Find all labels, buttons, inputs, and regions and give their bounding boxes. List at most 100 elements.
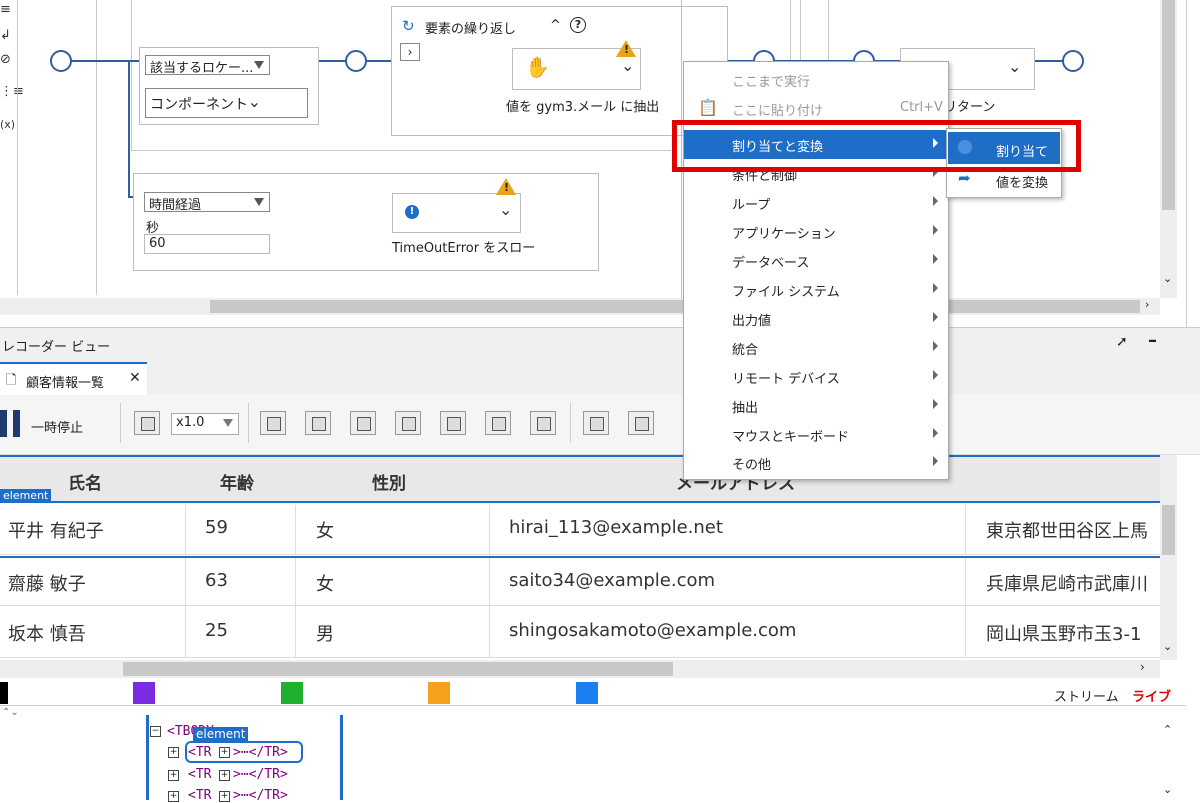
column-header[interactable]: 年齢	[220, 469, 254, 494]
table-row[interactable]: 齋藤 敏子 63 女 saito34@example.com 兵庫県尼崎市武庫川	[0, 556, 1160, 608]
element-badge: element	[0, 489, 52, 502]
menu-item-output[interactable]: 出力値	[684, 304, 948, 333]
close-icon[interactable]: ✕	[129, 370, 141, 386]
pause-icon[interactable]	[0, 410, 7, 437]
move-up-left-button[interactable]	[305, 411, 331, 435]
horizontal-scrollbar[interactable]: ›	[0, 298, 1160, 315]
menu-item-label: ここまで実行	[732, 75, 811, 90]
collapse-toggle-icon[interactable]: −	[150, 726, 161, 737]
scroll-down-icon[interactable]: ⌄	[1163, 640, 1172, 653]
expand-toggle-icon[interactable]: +	[168, 747, 179, 758]
column-header[interactable]: 氏名	[68, 469, 102, 494]
return-arrow-icon[interactable]: ↲	[0, 28, 11, 43]
menu-item-extract[interactable]: 抽出	[684, 391, 948, 420]
color-swatch[interactable]	[133, 682, 155, 704]
menu-item-label: ここに貼り付け	[732, 104, 824, 119]
menu-item-other[interactable]: その他	[684, 448, 948, 477]
expand-toggle-icon[interactable]: +	[168, 791, 179, 802]
menu-item-paste-here[interactable]: ここに貼り付け Ctrl+V	[684, 94, 948, 123]
expand-toggle-icon[interactable]: +	[168, 770, 179, 781]
locator-step[interactable]: 該当するロケー... コンポーネント ⌄	[139, 47, 319, 125]
component-select[interactable]: コンポーネント ⌄	[145, 88, 308, 118]
seconds-input[interactable]: 60	[144, 234, 270, 254]
menu-item-label: アプリケーション	[732, 227, 836, 242]
chevron-down-icon[interactable]: ⌄	[621, 56, 634, 75]
minimize-icon[interactable]: –	[1148, 330, 1157, 351]
timeout-select[interactable]: 時間経過	[144, 192, 270, 212]
scroll-right-icon[interactable]: ›	[1145, 298, 1149, 311]
capture-button[interactable]	[583, 411, 609, 435]
tr-node[interactable]: <TR	[188, 788, 211, 803]
warning-icon: !	[496, 178, 516, 195]
timeout-branch[interactable]: 時間経過 秒 60 ! ⌄ ! TimeOutError をスロー	[133, 173, 599, 271]
expand-toggle-icon[interactable]: +	[219, 791, 230, 802]
timeout-select-value: 時間経過	[149, 198, 202, 212]
color-swatch[interactable]	[576, 682, 598, 704]
submenu-arrow-icon	[933, 225, 938, 235]
table-row[interactable]: 平井 有紀子 59 女 hirai_113@example.net 東京都世田谷…	[0, 505, 1160, 555]
shortcut-label: Ctrl+V	[900, 100, 943, 115]
alert-icon[interactable]: ⊘	[0, 52, 11, 67]
speed-select[interactable]: x1.0	[171, 413, 239, 435]
submenu-arrow-icon	[933, 283, 938, 293]
scroll-down-icon[interactable]: ⌄	[1163, 783, 1172, 796]
submenu-arrow-icon	[933, 456, 938, 466]
scroll-up-icon[interactable]: ⌃	[1163, 723, 1172, 736]
tab-customer-list[interactable]: 🗋 顧客情報一覧 ✕	[0, 362, 147, 395]
submenu-arrow-icon	[933, 254, 938, 264]
color-swatch[interactable]	[281, 682, 303, 704]
menu-item-run-to-here[interactable]: ここまで実行	[684, 65, 948, 94]
move-up-button[interactable]	[440, 411, 466, 435]
tr-node[interactable]: <TR	[188, 767, 211, 782]
menu-item-remote-device[interactable]: リモート デバイス	[684, 362, 948, 391]
vertical-scrollbar[interactable]: ⌄	[1160, 0, 1177, 298]
flow-node[interactable]	[1062, 50, 1084, 72]
variable-icon[interactable]: (x)	[0, 118, 15, 131]
help-icon[interactable]: ?	[570, 17, 586, 33]
move-top-left-button[interactable]	[260, 411, 286, 435]
pause-button[interactable]: 一時停止	[31, 417, 83, 436]
screenshot-button[interactable]	[134, 411, 160, 435]
menu-item-application[interactable]: アプリケーション	[684, 217, 948, 246]
move-down-button[interactable]	[485, 411, 511, 435]
menu-item-loop[interactable]: ループ	[684, 188, 948, 217]
tree-icon[interactable]: ⋮≡	[0, 84, 24, 99]
menu-item-mouse-keyboard[interactable]: マウスとキーボード	[684, 420, 948, 449]
flow-node[interactable]	[50, 50, 72, 72]
data-table: 氏名 年齢 性別 メールアドレス element 平井 有紀子 59 女 hir…	[0, 455, 1160, 660]
expand-toggle-icon[interactable]: +	[219, 747, 230, 758]
column-header[interactable]: 性別	[372, 469, 406, 494]
chevron-down-icon[interactable]: ⌄	[1008, 57, 1021, 76]
move-bottom-right-button[interactable]	[395, 411, 421, 435]
chevron-down-icon[interactable]: ⌄	[499, 200, 512, 219]
table-vertical-scrollbar[interactable]: ⌄	[1160, 455, 1177, 660]
cell-address: 岡山県玉野市玉3-1	[986, 624, 1142, 645]
scroll-right-icon[interactable]: ›	[1140, 660, 1145, 674]
tr-node[interactable]: <TR	[188, 745, 211, 760]
scroll-down-icon[interactable]: ⌄	[1163, 272, 1172, 285]
live-label[interactable]: ライブ	[1132, 686, 1171, 705]
table-row[interactable]: 坂本 慎吾 25 男 shingosakamoto@example.com 岡山…	[0, 608, 1160, 658]
move-down-right-button[interactable]	[350, 411, 376, 435]
menu-item-integration[interactable]: 統合	[684, 333, 948, 362]
expand-arrow-icon[interactable]: ›	[400, 43, 420, 61]
pause-icon[interactable]	[13, 410, 20, 437]
collapse-arrows-icon[interactable]: ⌃⌄	[2, 707, 19, 718]
export-button[interactable]	[628, 411, 654, 435]
menu-item-label: リモート デバイス	[732, 372, 840, 387]
color-swatch[interactable]	[428, 682, 450, 704]
pin-icon[interactable]: ➚	[1116, 334, 1128, 350]
list-icon[interactable]: ≡	[0, 2, 11, 17]
table-horizontal-scrollbar[interactable]: ›	[0, 660, 1160, 678]
flow-node[interactable]	[345, 50, 367, 72]
menu-item-file-system[interactable]: ファイル システム	[684, 275, 948, 304]
expand-toggle-icon[interactable]: +	[219, 770, 230, 781]
tr-node-tail: >⋯</TR>	[233, 767, 288, 782]
color-swatch[interactable]	[0, 682, 8, 704]
loop-container[interactable]: ↻ 要素の繰り返し ^ ? › ✋ ⌄ ! 値を gym3.メール に抽出	[391, 6, 728, 136]
locator-select[interactable]: 該当するロケー...	[145, 55, 270, 75]
throw-step[interactable]: ! ⌄	[392, 193, 521, 233]
collapse-icon[interactable]: ^	[550, 18, 561, 33]
document-button[interactable]	[530, 411, 556, 435]
menu-item-database[interactable]: データベース	[684, 246, 948, 275]
